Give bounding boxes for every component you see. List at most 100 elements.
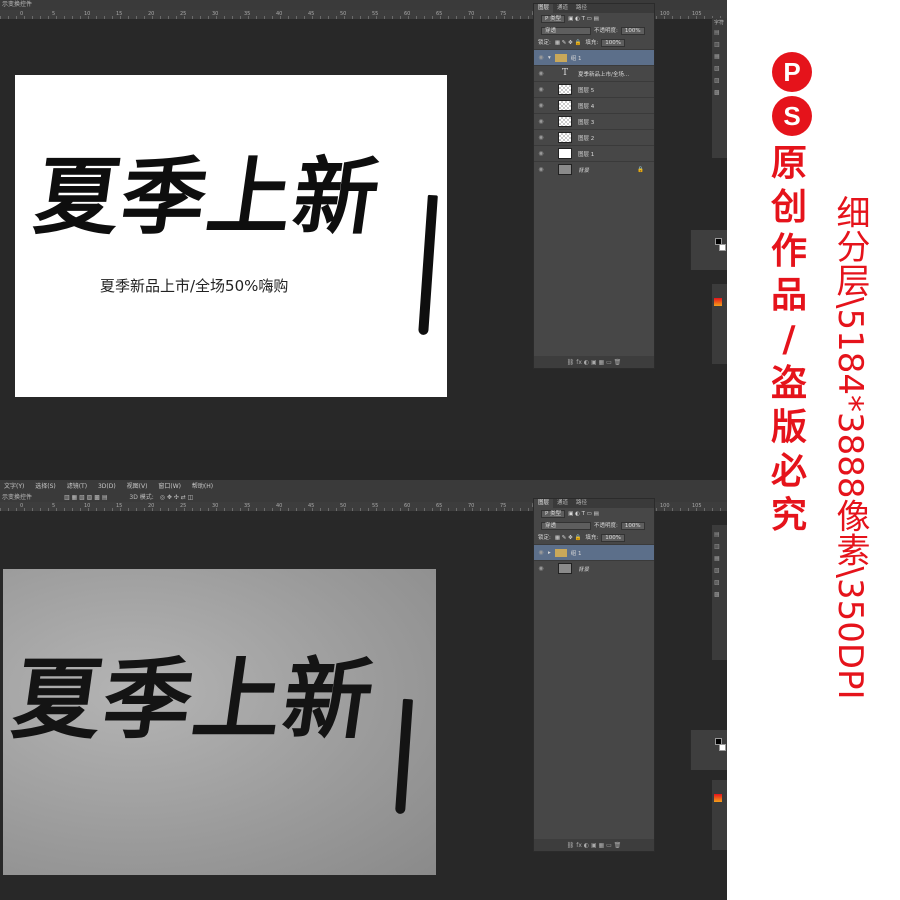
ruler-tick-label: 55: [372, 11, 379, 17]
fill-label: 填充:: [585, 535, 599, 541]
document-canvas[interactable]: 夏季上新 夏季新品上市/全场50%嗨购: [15, 75, 447, 397]
layer-name: 图层 5: [578, 87, 595, 94]
ruler-tick-label: 75: [500, 11, 507, 17]
layer-row-background[interactable]: ◉ 背景: [534, 560, 654, 576]
lock-icons[interactable]: ▦ ✎ ✥ 🔒: [555, 532, 582, 544]
brush-stroke-tail: [418, 194, 438, 336]
show-transform-controls-label[interactable]: 示变换控件: [2, 494, 32, 501]
layers-panel: 图层 通道 路径 P 类型 ▣ ◐ T ▭ ▤ 穿透 不透明度: 100% 锁定…: [533, 3, 655, 369]
3d-mode-label: 3D 模式:: [129, 494, 154, 501]
layer-row-group[interactable]: ◉ ▸ 组 1: [534, 544, 654, 560]
visibility-eye-icon[interactable]: ◉: [534, 102, 548, 109]
collapsed-panel-strip[interactable]: 字符 ▤ ▥ ▦ ▧ ▨ ▩: [712, 18, 727, 158]
group-expand-icon[interactable]: ▸: [548, 550, 551, 556]
lock-row: 锁定: ▦ ✎ ✥ 🔒 填充: 100%: [534, 532, 654, 544]
layers-panel-footer[interactable]: ⛓ fx ◐ ▣ ▦ ▭ 🗑: [534, 356, 654, 368]
ruler-tick-label: 25: [180, 11, 187, 17]
adjustments-strip[interactable]: [712, 284, 727, 364]
visibility-eye-icon[interactable]: ◉: [534, 134, 548, 141]
layer-thumbnail: [558, 132, 572, 143]
layers-panel-footer[interactable]: ⛓ fx ◐ ▣ ▦ ▭ 🗑: [534, 839, 654, 851]
opacity-label: 不透明度:: [594, 28, 618, 34]
show-transform-controls-label[interactable]: 示变换控件: [2, 1, 32, 8]
menu-window[interactable]: 窗口(W): [158, 483, 181, 490]
filter-icons[interactable]: ▣ ◐ T ▭ ▤: [568, 508, 599, 520]
ruler-tick-label: 30: [212, 11, 219, 17]
ruler-tick-label: 15: [116, 503, 123, 509]
opacity-input[interactable]: 100%: [620, 522, 645, 530]
blend-mode-select[interactable]: 穿透: [541, 522, 591, 530]
color-swatch-panel[interactable]: [690, 730, 727, 770]
visibility-eye-icon[interactable]: ◉: [534, 549, 548, 556]
gradient-icon[interactable]: [714, 794, 722, 802]
ruler-tick-label: 20: [148, 503, 155, 509]
ruler-tick-label: 70: [468, 11, 475, 17]
ruler-tick-label: 10: [84, 11, 91, 17]
visibility-eye-icon[interactable]: ◉: [534, 86, 548, 93]
layer-row[interactable]: ◉ 图层 1: [534, 145, 654, 161]
opacity-input[interactable]: 100%: [620, 27, 645, 35]
visibility-eye-icon[interactable]: ◉: [534, 54, 548, 61]
gradient-icon[interactable]: [714, 298, 722, 306]
logo-letter-p: P: [772, 52, 812, 92]
tab-layers[interactable]: 图层: [534, 4, 554, 13]
visibility-eye-icon[interactable]: ◉: [534, 166, 548, 173]
filter-icons[interactable]: ▣ ◐ T ▭ ▤: [568, 13, 599, 25]
group-expand-icon[interactable]: ▾: [548, 55, 551, 61]
layer-row[interactable]: ◉ 图层 3: [534, 113, 654, 129]
visibility-eye-icon[interactable]: ◉: [534, 150, 548, 157]
3d-mode-icons[interactable]: ◎ ✥ ✣ ⇄ ◫: [160, 494, 194, 501]
notice-char: 作: [770, 231, 807, 272]
lock-row: 锁定: ▦ ✎ ✥ 🔒 填充: 100%: [534, 37, 654, 49]
tab-paths[interactable]: 路径: [572, 499, 591, 508]
document-canvas[interactable]: 夏季上新: [3, 569, 436, 875]
ruler-tick-label: 25: [180, 503, 187, 509]
color-swatch-panel[interactable]: [690, 230, 727, 270]
visibility-eye-icon[interactable]: ◉: [534, 118, 548, 125]
photoshop-window-bottom: 文字(Y) 选择(S) 滤镜(T) 3D(D) 视图(V) 窗口(W) 帮助(H…: [0, 480, 727, 900]
blend-row: 穿透 不透明度: 100%: [534, 520, 654, 532]
layer-name: 组 1: [570, 550, 582, 557]
background-color-swatch[interactable]: [719, 744, 726, 751]
visibility-eye-icon[interactable]: ◉: [534, 70, 548, 77]
calligraphy-photo-text: 夏季上新: [6, 647, 382, 751]
panel-icons[interactable]: ▤ ▥ ▦ ▧ ▨ ▩: [712, 525, 727, 601]
align-icons[interactable]: ▥ ▦ ▧ ▨ ▩ ▤: [64, 494, 108, 501]
layer-row-group[interactable]: ◉ ▾ 组 1: [534, 49, 654, 65]
tab-layers[interactable]: 图层: [534, 499, 554, 508]
tab-channels[interactable]: 通道: [553, 499, 572, 508]
layer-filter-select[interactable]: P 类型: [541, 15, 566, 23]
tab-paths[interactable]: 路径: [572, 4, 591, 13]
ruler-tick-label: 60: [404, 503, 411, 509]
original-work-notice: 原 创 作 品 / 盗 版 必 究: [764, 142, 814, 538]
panel-tabs: 图层 通道 路径: [534, 499, 654, 508]
layer-filter-select[interactable]: P 类型: [541, 510, 566, 518]
tab-channels[interactable]: 通道: [553, 4, 572, 13]
menu-select[interactable]: 选择(S): [35, 483, 56, 490]
fill-input[interactable]: 100%: [601, 39, 625, 47]
collapsed-panel-strip[interactable]: ▤ ▥ ▦ ▧ ▨ ▩: [712, 525, 727, 660]
blend-mode-select[interactable]: 穿透: [541, 27, 591, 35]
character-panel-tab[interactable]: 字符: [712, 18, 727, 27]
layer-name: 图层 2: [578, 135, 595, 142]
menu-type[interactable]: 文字(Y): [4, 483, 24, 490]
menu-help[interactable]: 帮助(H): [192, 483, 213, 490]
lock-icons[interactable]: ▦ ✎ ✥ 🔒: [555, 37, 582, 49]
layer-row[interactable]: ◉ 图层 5: [534, 81, 654, 97]
ruler-tick-label: 40: [276, 11, 283, 17]
background-color-swatch[interactable]: [719, 244, 726, 251]
layer-row[interactable]: ◉ 图层 2: [534, 129, 654, 145]
panel-icons[interactable]: ▤ ▥ ▦ ▧ ▨ ▩: [712, 27, 727, 99]
adjustments-strip[interactable]: [712, 780, 727, 850]
ruler-tick-label: 40: [276, 503, 283, 509]
menu-filter[interactable]: 滤镜(T): [67, 483, 87, 490]
fill-input[interactable]: 100%: [601, 534, 625, 542]
layer-row-background[interactable]: ◉ 背景 🔒: [534, 161, 654, 177]
layer-row[interactable]: ◉ 图层 4: [534, 97, 654, 113]
visibility-eye-icon[interactable]: ◉: [534, 565, 548, 572]
logo-letter-s: S: [772, 96, 812, 136]
menu-view[interactable]: 视图(V): [127, 483, 148, 490]
menu-3d[interactable]: 3D(D): [98, 483, 116, 490]
ruler-tick-label: 100: [660, 11, 670, 17]
layer-row-text[interactable]: ◉ T 夏季新品上市/全场...: [534, 65, 654, 81]
